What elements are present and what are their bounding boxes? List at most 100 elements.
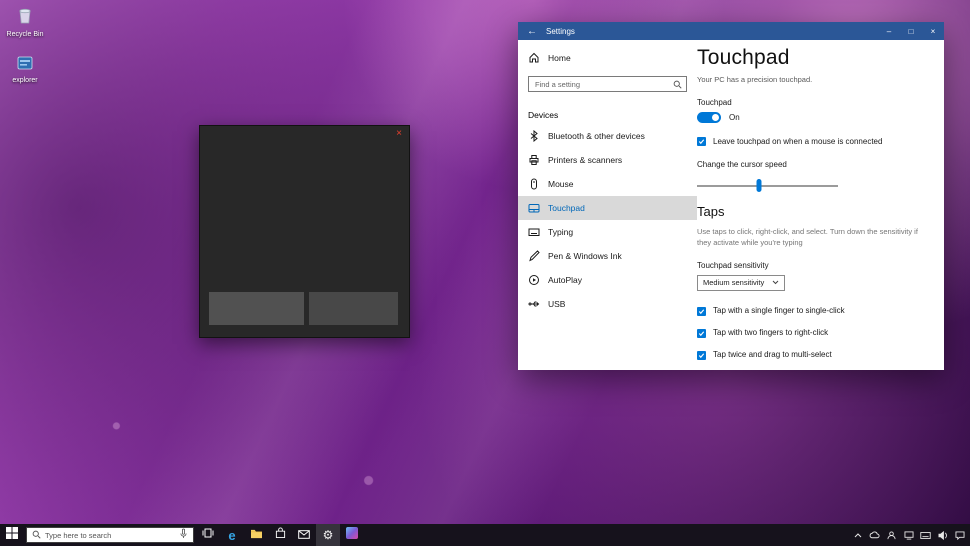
autoplay-icon <box>528 274 540 286</box>
file-explorer-button[interactable] <box>244 524 268 546</box>
action-center-icon[interactable] <box>951 524 968 546</box>
back-button[interactable]: ← <box>518 22 546 40</box>
nav-home-label: Home <box>548 53 571 63</box>
settings-window: ← Settings – □ × Home Find a setting Dev… <box>518 22 944 370</box>
sidebar-item-label: USB <box>548 299 566 309</box>
sidebar-item-label: Printers & scanners <box>548 155 623 165</box>
mail-icon <box>298 526 310 544</box>
network-icon[interactable] <box>900 524 917 546</box>
task-view-button[interactable] <box>196 524 220 546</box>
taskbar-search[interactable] <box>26 527 194 543</box>
touchpad-toggle-row: On <box>697 112 926 123</box>
checkbox-label: Tap with a single finger to single-click <box>713 306 845 315</box>
keyboard-icon <box>528 226 540 238</box>
page-title: Touchpad <box>697 46 790 69</box>
desktop-icon-explorer[interactable]: explorer <box>2 56 48 85</box>
chevron-down-icon <box>772 278 779 287</box>
toggle-state-label: On <box>729 113 740 122</box>
people-icon[interactable] <box>883 524 900 546</box>
checkbox-label: Tap twice and drag to multi-select <box>713 350 832 359</box>
desktop-icon-recycle-bin[interactable]: Recycle Bin <box>2 6 48 39</box>
sensitivity-dropdown[interactable]: Medium sensitivity <box>697 274 785 291</box>
gear-icon: ⚙ <box>322 528 334 542</box>
settings-nav: Home Devices <box>518 40 697 370</box>
mouse-connected-checkbox-row: Leave touchpad on when a mouse is connec… <box>697 137 926 146</box>
printer-icon <box>528 154 540 166</box>
chevron-up-icon[interactable] <box>849 524 866 546</box>
slider-track[interactable] <box>697 184 838 187</box>
touchpad-toggle[interactable] <box>697 112 721 123</box>
explorer-icon <box>17 56 33 75</box>
system-tray <box>849 524 970 546</box>
nav-item-home[interactable]: Home <box>518 48 697 68</box>
cursor-speed-thumb[interactable] <box>756 179 762 192</box>
sidebar-item-label: Mouse <box>548 179 574 189</box>
start-button[interactable] <box>0 524 24 546</box>
settings-main: Touchpad Your PC has a precision touchpa… <box>697 40 944 370</box>
sidebar-item-label: Typing <box>548 227 574 237</box>
file-explorer-icon <box>250 526 263 544</box>
cloud-icon[interactable] <box>866 524 883 546</box>
colorful-app-button[interactable] <box>340 524 364 546</box>
tap-two-fingers-checkbox[interactable] <box>697 328 706 338</box>
bluetooth-icon <box>528 130 540 142</box>
sensitivity-value: Medium sensitivity <box>703 278 765 287</box>
dark-window-panel-left[interactable] <box>209 292 304 325</box>
search-icon <box>32 526 41 544</box>
tap-option-row: Tap with a single finger to single-click <box>697 306 926 316</box>
sidebar-item-bluetooth[interactable]: Bluetooth & other devices <box>518 124 697 148</box>
microphone-icon[interactable] <box>179 526 188 544</box>
desktop: Recycle Bin explorer × ← Settings – □ × <box>0 0 970 546</box>
sidebar-item-pen[interactable]: Pen & Windows Ink <box>518 244 697 268</box>
pen-icon <box>528 250 540 262</box>
checkbox-label: Leave touchpad on when a mouse is connec… <box>713 136 883 146</box>
minimize-button[interactable]: – <box>878 22 900 40</box>
close-icon[interactable]: × <box>396 129 402 139</box>
sidebar-item-label: Touchpad <box>548 203 585 213</box>
page-subtitle: Your PC has a precision touchpad. <box>697 75 813 84</box>
home-icon <box>528 51 540 65</box>
settings-search <box>528 76 687 92</box>
cursor-speed-label: Change the cursor speed <box>697 160 787 169</box>
desktop-icon-label: Recycle Bin <box>6 31 44 38</box>
taps-heading: Taps <box>697 204 725 219</box>
close-button[interactable]: × <box>922 22 944 40</box>
edge-button[interactable]: e <box>220 524 244 546</box>
colorful-app-icon <box>346 526 358 544</box>
dark-window-panel-right[interactable] <box>309 292 398 325</box>
maximize-button[interactable]: □ <box>900 22 922 40</box>
keyboard-icon[interactable] <box>917 524 934 546</box>
cursor-speed-slider[interactable] <box>697 179 838 192</box>
titlebar[interactable]: ← Settings – □ × <box>518 22 944 40</box>
sidebar-item-usb[interactable]: USB <box>518 292 697 316</box>
store-button[interactable] <box>268 524 292 546</box>
desktop-icon-label: explorer <box>12 77 38 84</box>
window-title: Settings <box>546 26 575 36</box>
taskbar: e <box>0 524 970 546</box>
sidebar-item-label: Pen & Windows Ink <box>548 251 622 261</box>
mail-button[interactable] <box>292 524 316 546</box>
search-icon[interactable] <box>673 80 682 91</box>
tap-single-finger-checkbox[interactable] <box>697 306 706 316</box>
sidebar-item-typing[interactable]: Typing <box>518 220 697 244</box>
search-input[interactable] <box>528 76 687 92</box>
volume-icon[interactable] <box>934 524 951 546</box>
tap-twice-drag-checkbox[interactable] <box>697 350 706 360</box>
sidebar-item-printers[interactable]: Printers & scanners <box>518 148 697 172</box>
task-view-icon <box>202 526 214 544</box>
sidebar-item-touchpad[interactable]: Touchpad <box>518 196 697 220</box>
mouse-connected-checkbox[interactable] <box>697 137 706 146</box>
sidebar-item-autoplay[interactable]: AutoPlay <box>518 268 697 292</box>
dark-app-window[interactable]: × <box>199 125 410 338</box>
store-icon <box>275 526 286 544</box>
mouse-icon <box>528 178 540 190</box>
nav-section-header: Devices <box>528 110 559 120</box>
recycle-bin-icon <box>17 6 33 29</box>
checkbox-label: Tap with two fingers to right-click <box>713 328 829 337</box>
sidebar-item-mouse[interactable]: Mouse <box>518 172 697 196</box>
settings-taskbar-button[interactable]: ⚙ <box>316 524 340 546</box>
taskbar-search-input[interactable] <box>45 530 175 540</box>
sensitivity-label: Touchpad sensitivity <box>697 260 769 270</box>
edge-icon: e <box>228 527 236 543</box>
touchpad-icon <box>528 202 540 214</box>
